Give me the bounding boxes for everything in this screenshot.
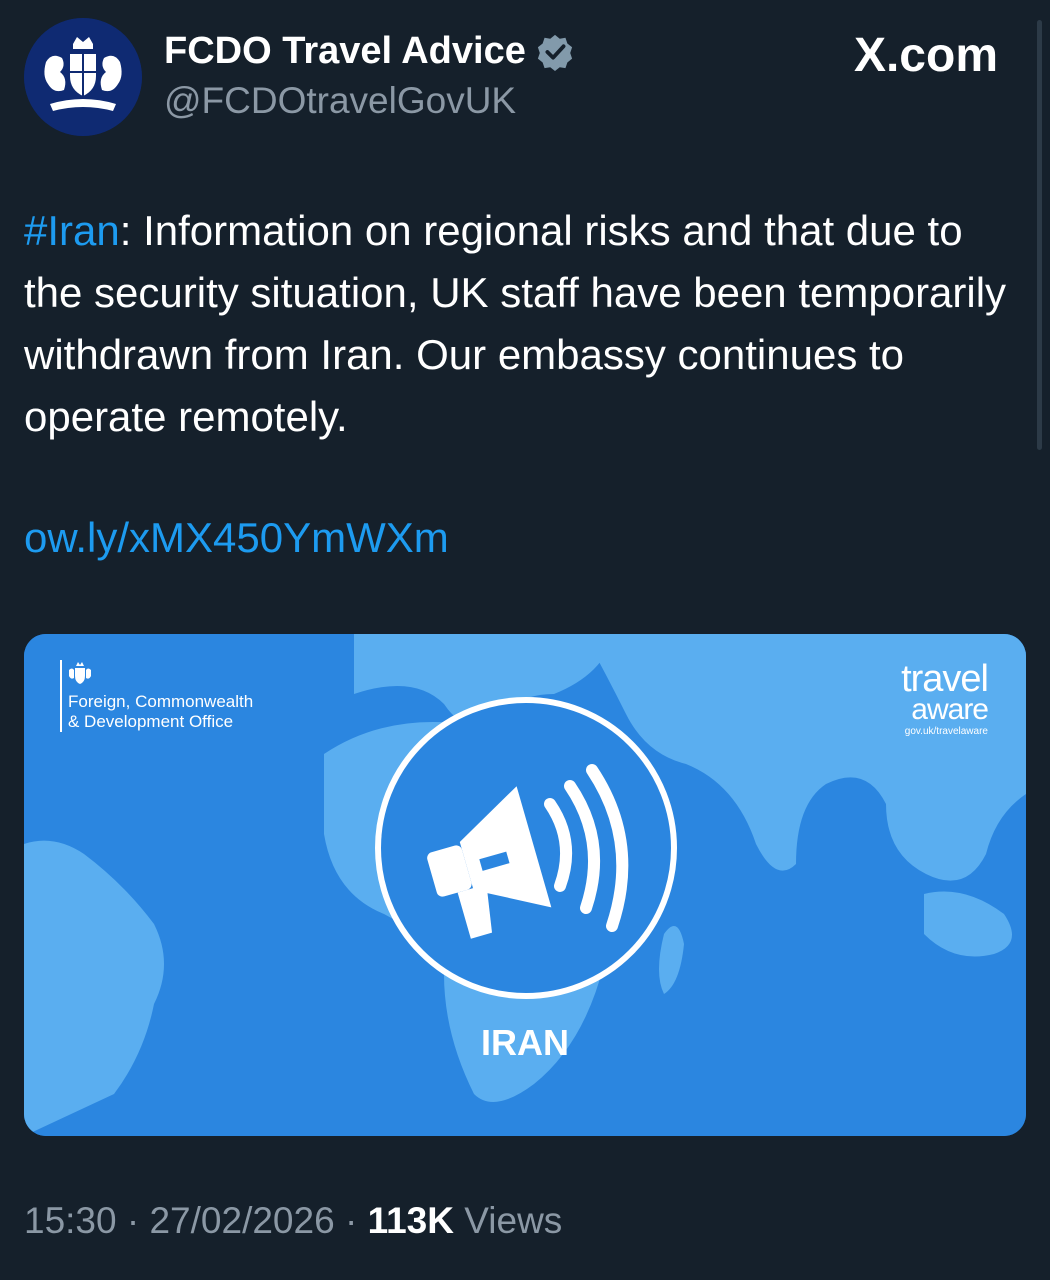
fcdo-logo-bar — [60, 660, 62, 732]
meta-separator: · — [344, 1200, 358, 1241]
views-count: 113K — [367, 1200, 454, 1241]
display-name-text: FCDO Travel Advice — [164, 30, 526, 72]
meta-separator: · — [126, 1200, 140, 1241]
royal-coat-of-arms-icon — [24, 18, 142, 136]
media-image-card[interactable]: Foreign, Commonwealth & Development Offi… — [24, 634, 1026, 1136]
tweet-text: : Information on regional risks and that… — [24, 207, 1007, 440]
tweet-time[interactable]: 15:30 — [24, 1200, 117, 1241]
fcdo-logo: Foreign, Commonwealth & Development Offi… — [60, 660, 253, 732]
travel-aware-url: gov.uk/travelaware — [904, 726, 988, 737]
x-com-watermark: X.com — [853, 29, 998, 82]
travel-aware-line1: travel — [901, 658, 989, 700]
fcdo-name-line1: Foreign, Commonwealth — [68, 692, 254, 711]
crest-icon — [69, 662, 91, 684]
hashtag-link[interactable]: #Iran — [24, 207, 120, 254]
verified-badge-icon — [536, 33, 574, 71]
tweet-date[interactable]: 27/02/2026 — [149, 1200, 334, 1241]
megaphone-icon — [375, 697, 677, 999]
travel-aware-logo: travel aware gov.uk/travelaware — [901, 658, 989, 738]
display-name[interactable]: FCDO Travel Advice — [164, 30, 574, 73]
country-label: IRAN — [481, 1022, 569, 1063]
tweet-url-link[interactable]: ow.ly/xMX450YmWXm — [24, 514, 449, 562]
travel-aware-line2: aware — [911, 693, 989, 726]
fcdo-name-line2: & Development Office — [68, 712, 234, 731]
tweet-metadata: 15:30 · 27/02/2026 · 113K Views — [24, 1200, 562, 1242]
user-handle[interactable]: @FCDOtravelGovUK — [164, 80, 516, 122]
views-label: Views — [464, 1200, 563, 1241]
tweet-body: #Iran: Information on regional risks and… — [24, 200, 1024, 448]
avatar[interactable] — [24, 18, 142, 136]
scrollbar[interactable] — [1037, 20, 1042, 450]
